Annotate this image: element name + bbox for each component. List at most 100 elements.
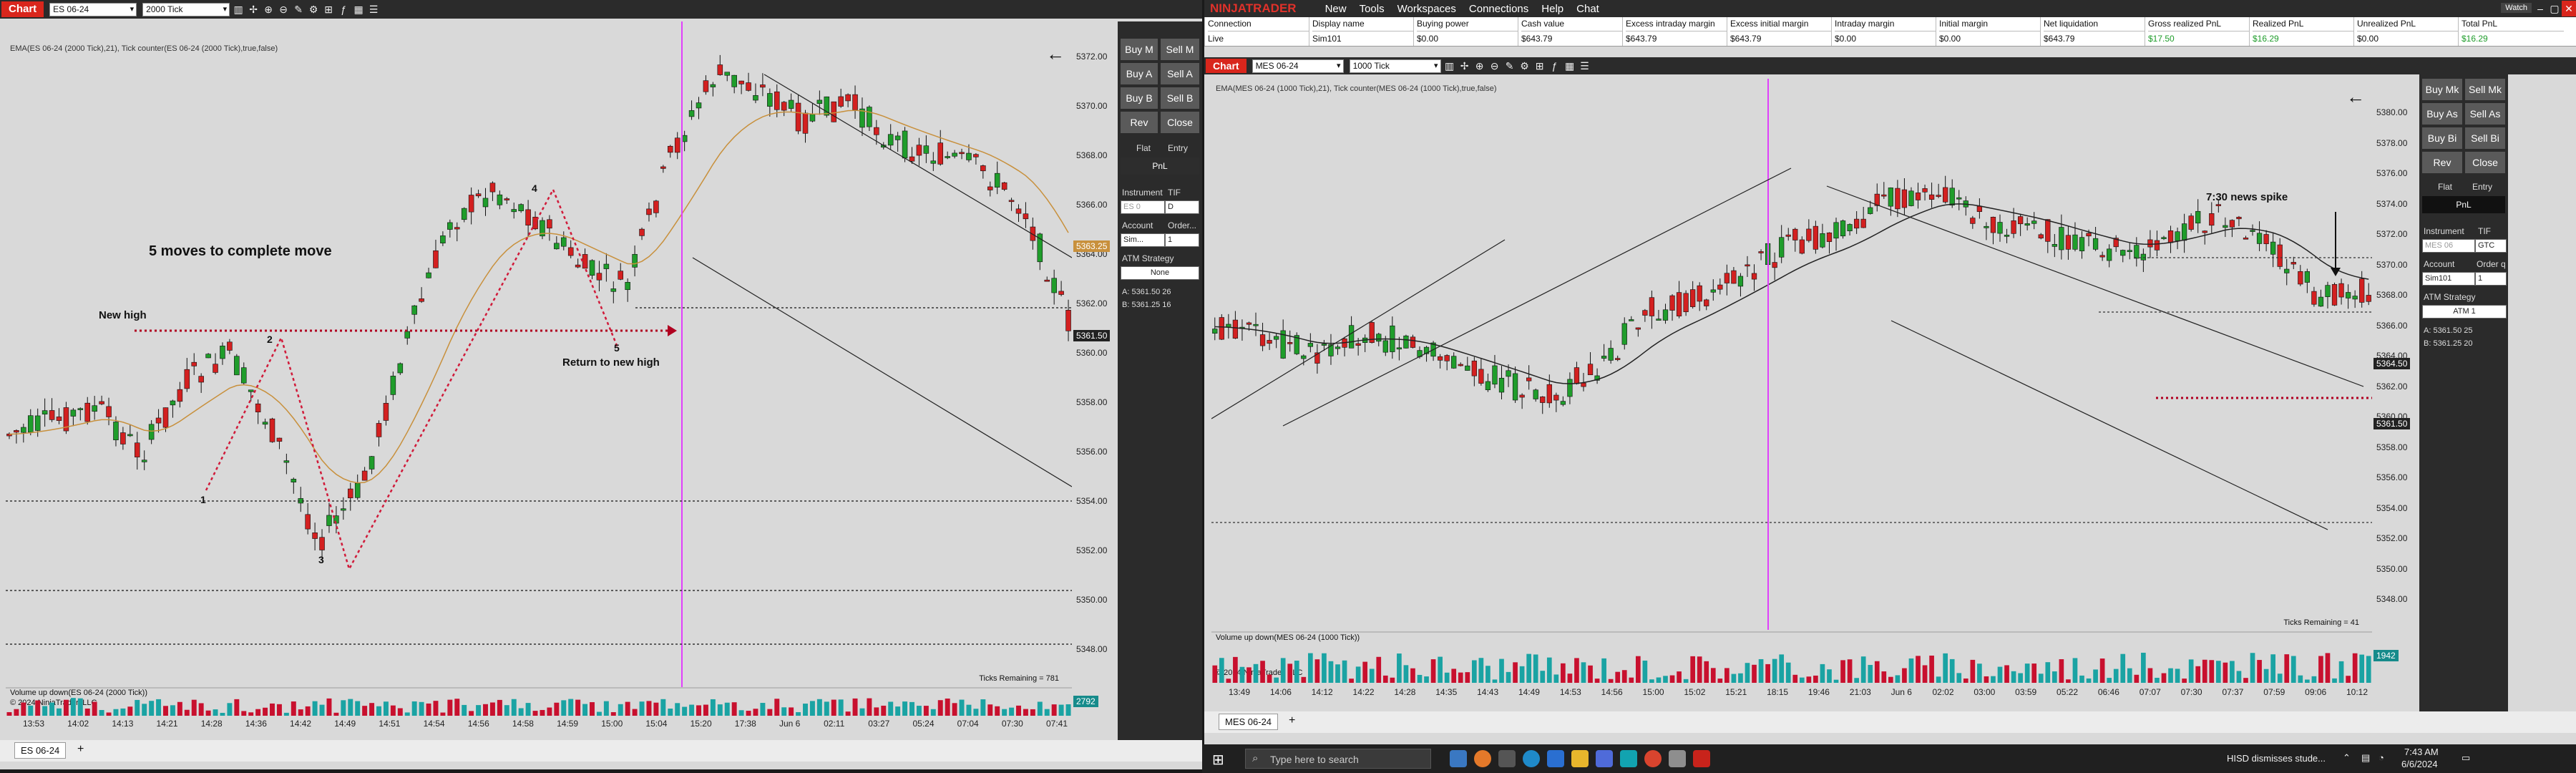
- menu-new[interactable]: New: [1325, 3, 1347, 15]
- strategies-icon[interactable]: ▦: [352, 3, 365, 16]
- video-icon[interactable]: [1620, 750, 1637, 767]
- account-col[interactable]: Excess intraday margin $643.79: [1622, 17, 1727, 46]
- basketball-icon[interactable]: [1474, 750, 1491, 767]
- templates-icon[interactable]: ⊞: [1533, 59, 1546, 72]
- account-col[interactable]: Cash value $643.79: [1518, 17, 1622, 46]
- account-select[interactable]: Sim...: [1121, 233, 1165, 247]
- buy-bid-button[interactable]: Buy B: [1121, 87, 1158, 109]
- menu-chat[interactable]: Chat: [1576, 3, 1599, 15]
- news-ticker[interactable]: HISD dismisses stude...: [2227, 753, 2326, 764]
- interval-selector[interactable]: 1000 Tick: [1349, 59, 1441, 73]
- account-col[interactable]: Display name Sim101: [1309, 17, 1413, 46]
- left-time-axis[interactable]: 13:53 14:02 14:13 14:21 14:28 14:36 14:42 14:49…: [6, 716, 1072, 733]
- account-col[interactable]: Initial margin $0.00: [1936, 17, 2040, 46]
- zoom-in-icon[interactable]: ⊕: [262, 3, 275, 16]
- maximize-icon[interactable]: ▢: [2547, 1, 2562, 16]
- zoom-in-icon[interactable]: ⊕: [1473, 59, 1486, 72]
- sell-market-button[interactable]: Sell Mk: [2465, 79, 2505, 100]
- indicators-icon[interactable]: ƒ: [1548, 59, 1561, 72]
- minimize-icon[interactable]: –: [2533, 1, 2547, 16]
- tif-select[interactable]: D: [1165, 200, 1199, 214]
- account-col[interactable]: Unrealized PnL $0.00: [2353, 17, 2458, 46]
- sell-ask-button[interactable]: Sell As: [2465, 103, 2505, 125]
- strategies-icon[interactable]: ▦: [1563, 59, 1576, 72]
- bar-type-icon[interactable]: ▥: [232, 3, 245, 16]
- menu-tools[interactable]: Tools: [1360, 3, 1385, 15]
- account-col[interactable]: Buying power $0.00: [1413, 17, 1518, 46]
- store-icon[interactable]: [1596, 750, 1613, 767]
- close-icon[interactable]: ✕: [2562, 1, 2576, 16]
- atm-select[interactable]: ATM 1: [2422, 305, 2507, 319]
- account-col[interactable]: Net liquidation $643.79: [2040, 17, 2145, 46]
- right-price-panel[interactable]: EMA(MES 06-24 (1000 Tick),21), Tick coun…: [1211, 79, 2372, 630]
- left-price-panel[interactable]: EMA(ES 06-24 (2000 Tick),21), Tick count…: [6, 21, 1072, 687]
- network-icon[interactable]: ▤: [2361, 752, 2370, 764]
- watch-button[interactable]: Watch: [2501, 3, 2532, 13]
- close-position-button[interactable]: Close: [2465, 152, 2505, 173]
- interval-selector[interactable]: 2000 Tick: [142, 2, 230, 16]
- edge-icon[interactable]: [1523, 750, 1540, 767]
- mail-icon[interactable]: [1547, 750, 1564, 767]
- right-price-axis[interactable]: 5380.00 5378.00 5376.00 5374.00 5372.00 5370.…: [2372, 79, 2418, 630]
- start-icon[interactable]: ⊞: [1212, 751, 1224, 769]
- instrument-selector[interactable]: ES 06-24: [49, 2, 137, 16]
- clock-date[interactable]: 6/6/2024: [2401, 759, 2438, 769]
- tab-mes[interactable]: MES 06-24: [1219, 714, 1279, 730]
- notification-icon[interactable]: ▭: [2462, 752, 2470, 764]
- data-box-icon[interactable]: ☰: [1579, 59, 1591, 72]
- tray-chevron-icon[interactable]: ⌃: [2343, 752, 2351, 764]
- properties-icon[interactable]: ⚙: [307, 3, 320, 16]
- bar-type-icon[interactable]: ▥: [1443, 59, 1456, 72]
- zoom-out-icon[interactable]: ⊖: [277, 3, 290, 16]
- buy-bid-button[interactable]: Buy Bi: [2422, 127, 2462, 149]
- instrument-selector[interactable]: MES 06-24: [1252, 59, 1344, 73]
- crosshair-icon[interactable]: ✢: [1458, 59, 1471, 72]
- add-tab-icon[interactable]: +: [77, 743, 84, 756]
- account-col[interactable]: Realized PnL $16.29: [2249, 17, 2353, 46]
- accounts-grid[interactable]: Connection Live Display name Sim101 Buying p…: [1204, 17, 2576, 47]
- file-explorer-icon[interactable]: [1571, 750, 1589, 767]
- right-time-axis[interactable]: 13:49 14:06 14:12 14:22 14:28 14:35 14:43 14:49…: [1211, 684, 2372, 701]
- account-col[interactable]: Gross realized PnL $17.50: [2145, 17, 2249, 46]
- instrument-field[interactable]: ES 0: [1121, 200, 1165, 214]
- app-icon[interactable]: [1669, 750, 1686, 767]
- properties-icon[interactable]: ⚙: [1518, 59, 1531, 72]
- buy-ask-button[interactable]: Buy As: [2422, 103, 2462, 125]
- drawing-tool-icon[interactable]: ✎: [1503, 59, 1516, 72]
- data-box-icon[interactable]: ☰: [367, 3, 380, 16]
- account-select[interactable]: Sim101: [2422, 272, 2475, 286]
- left-volume-panel[interactable]: Volume up down(ES 06-24 (2000 Tick)) © 2…: [6, 687, 1072, 717]
- right-volume-panel[interactable]: Volume up down(MES 06-24 (1000 Tick)) © …: [1211, 631, 2372, 684]
- buy-market-button[interactable]: Buy Mk: [2422, 79, 2462, 100]
- quantity-stepper[interactable]: 1: [2475, 272, 2507, 286]
- close-position-button[interactable]: Close: [1161, 112, 1199, 133]
- account-col[interactable]: Excess initial margin $643.79: [1727, 17, 1831, 46]
- add-tab-icon[interactable]: +: [1289, 714, 1295, 727]
- menu-connections[interactable]: Connections: [1469, 3, 1528, 15]
- left-price-axis[interactable]: 5372.00 5370.00 5368.00 5366.00 5364.00 5362.…: [1072, 21, 1116, 687]
- account-col[interactable]: Intraday margin $0.00: [1831, 17, 1936, 46]
- ninjatrader-icon[interactable]: [1693, 750, 1710, 767]
- buy-market-button[interactable]: Buy M: [1121, 39, 1158, 60]
- quantity-stepper[interactable]: 1: [1165, 233, 1199, 247]
- account-col[interactable]: Connection Live: [1204, 17, 1309, 46]
- clock-time[interactable]: 7:43 AM: [2404, 747, 2439, 757]
- volume-icon[interactable]: ◔: [2379, 752, 2384, 763]
- templates-icon[interactable]: ⊞: [322, 3, 335, 16]
- sell-bid-button[interactable]: Sell B: [1161, 87, 1199, 109]
- crosshair-icon[interactable]: ✢: [247, 3, 260, 16]
- tif-select[interactable]: GTC: [2475, 239, 2507, 253]
- tab-es[interactable]: ES 06-24: [14, 742, 67, 759]
- atm-select[interactable]: None: [1121, 266, 1199, 280]
- drawing-tool-icon[interactable]: ✎: [292, 3, 305, 16]
- sell-bid-button[interactable]: Sell Bi: [2465, 127, 2505, 149]
- sell-market-button[interactable]: Sell M: [1161, 39, 1199, 60]
- menu-workspaces[interactable]: Workspaces: [1397, 3, 1456, 15]
- buy-ask-button[interactable]: Buy A: [1121, 63, 1158, 84]
- instrument-field[interactable]: MES 06: [2422, 239, 2475, 253]
- chrome-icon[interactable]: [1644, 750, 1662, 767]
- indicators-icon[interactable]: ƒ: [337, 3, 350, 16]
- reverse-button[interactable]: Rev: [1121, 112, 1158, 133]
- zoom-out-icon[interactable]: ⊖: [1488, 59, 1501, 72]
- sell-ask-button[interactable]: Sell A: [1161, 63, 1199, 84]
